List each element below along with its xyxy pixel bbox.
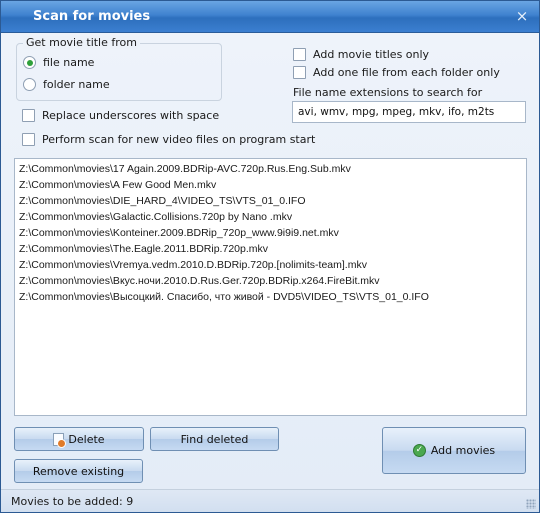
scan-on-start-option[interactable]: Perform scan for new video files on prog… (22, 133, 315, 146)
movies-count-status: Movies to be added: 9 (11, 495, 134, 508)
replace-underscores-checkbox[interactable] (22, 109, 35, 122)
scan-for-movies-window: Scan for movies × Get movie title from f… (0, 0, 540, 513)
add-titles-only-label: Add movie titles only (313, 48, 430, 61)
radio-folder-name[interactable]: folder name (23, 78, 110, 91)
add-titles-only-option[interactable]: Add movie titles only (293, 48, 429, 61)
one-file-per-folder-label: Add one file from each folder only (313, 66, 500, 79)
title-bar[interactable]: Scan for movies × (1, 1, 539, 33)
list-item[interactable]: Z:\Common\movies\DIE_HARD_4\VIDEO_TS\VTS… (15, 193, 526, 209)
radio-folder-name-button[interactable] (23, 78, 36, 91)
one-file-per-folder-checkbox[interactable] (293, 66, 306, 79)
add-movies-button-label: Add movies (430, 444, 496, 457)
find-deleted-button-label: Find deleted (180, 432, 249, 446)
radio-file-name-button[interactable] (23, 56, 36, 69)
list-item[interactable]: Z:\Common\movies\Высоцкий. Спасибо, что … (15, 289, 526, 305)
delete-button[interactable]: Delete (14, 427, 144, 451)
add-movies-button[interactable]: ✓ Add movies (382, 427, 526, 474)
radio-file-name[interactable]: file name (23, 56, 94, 69)
status-bar: Movies to be added: 9 (1, 489, 539, 512)
scan-on-start-label: Perform scan for new video files on prog… (42, 133, 316, 146)
list-item[interactable]: Z:\Common\movies\Galactic.Collisions.720… (15, 209, 526, 225)
found-files-list[interactable]: Z:\Common\movies\17 Again.2009.BDRip-AVC… (14, 158, 527, 416)
extensions-input[interactable] (292, 101, 526, 123)
one-file-per-folder-option[interactable]: Add one file from each folder only (293, 66, 500, 79)
list-item[interactable]: Z:\Common\movies\A Few Good Men.mkv (15, 177, 526, 193)
get-title-group: Get movie title from file name folder na… (16, 36, 222, 101)
close-icon[interactable]: × (514, 8, 530, 24)
replace-underscores-option[interactable]: Replace underscores with space (22, 109, 219, 122)
extensions-label: File name extensions to search for (293, 86, 483, 99)
list-item[interactable]: Z:\Common\movies\The.Eagle.2011.BDRip.72… (15, 241, 526, 257)
ok-check-icon: ✓ (412, 444, 426, 457)
remove-existing-button[interactable]: Remove existing (14, 459, 143, 483)
delete-button-label: Delete (68, 432, 105, 446)
add-titles-only-checkbox[interactable] (293, 48, 306, 61)
remove-existing-button-label: Remove existing (32, 464, 125, 478)
list-item[interactable]: Z:\Common\movies\Вкус.ночи.2010.D.Rus.Ge… (15, 273, 526, 289)
list-item[interactable]: Z:\Common\movies\Vremya.vedm.2010.D.BDRi… (15, 257, 526, 273)
replace-underscores-label: Replace underscores with space (42, 109, 220, 122)
list-item[interactable]: Z:\Common\movies\17 Again.2009.BDRip-AVC… (15, 161, 526, 177)
radio-file-name-label: file name (43, 56, 95, 69)
list-item[interactable]: Z:\Common\movies\Konteiner.2009.BDRip_72… (15, 225, 526, 241)
get-title-legend: Get movie title from (23, 36, 140, 49)
scan-on-start-checkbox[interactable] (22, 133, 35, 146)
find-deleted-button[interactable]: Find deleted (150, 427, 279, 451)
document-delete-icon (53, 432, 67, 448)
resize-grip-icon[interactable] (526, 499, 536, 509)
window-title: Scan for movies (33, 9, 151, 24)
dialog-body: Get movie title from file name folder na… (1, 33, 539, 512)
radio-folder-name-label: folder name (43, 78, 110, 91)
